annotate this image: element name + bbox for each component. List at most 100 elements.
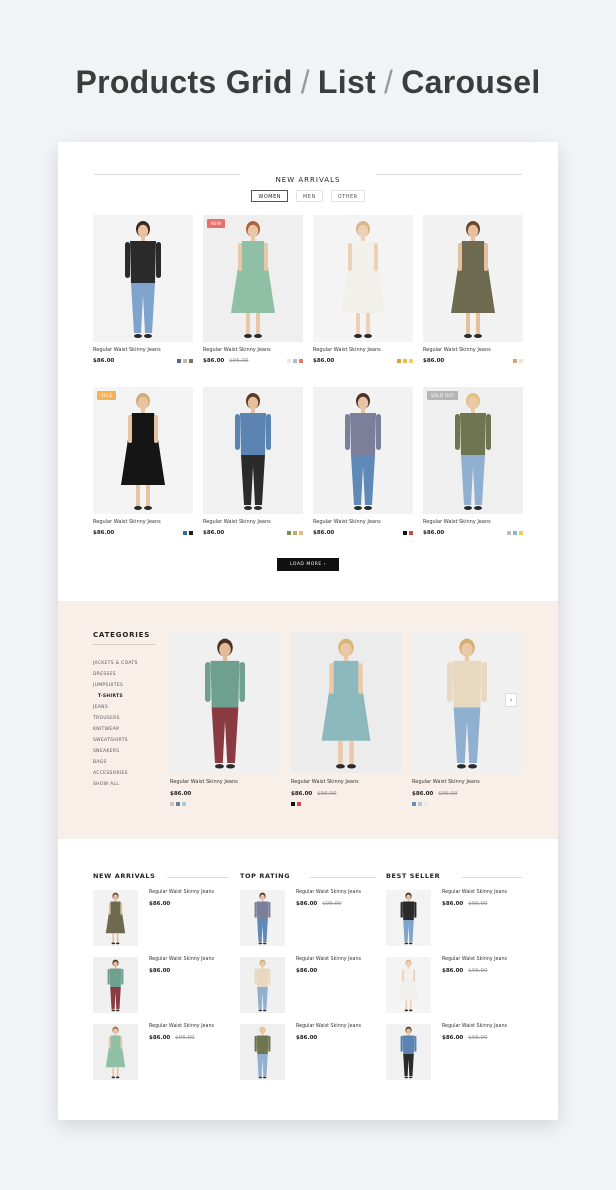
color-swatch[interactable] (507, 531, 511, 535)
product-card[interactable]: Regular Waist Skinny Jeans $86.00 (93, 215, 193, 367)
product-card[interactable]: Regular Waist Skinny Jeans $86.00 (203, 387, 303, 539)
color-swatch[interactable] (189, 359, 193, 363)
category-item[interactable]: KNITWEAR (93, 724, 138, 735)
product-thumbnail[interactable] (240, 890, 285, 946)
product-name[interactable]: Regular Waist Skinny Jeans (149, 957, 214, 962)
color-swatch[interactable] (513, 359, 517, 363)
color-swatch[interactable] (291, 802, 295, 806)
category-item[interactable]: SWEATSHIRTS (93, 735, 138, 746)
product-thumbnail[interactable] (240, 957, 285, 1013)
list-item[interactable]: Regular Waist Skinny Jeans $86.00 (93, 890, 229, 957)
color-swatch[interactable] (412, 802, 416, 806)
product-name[interactable]: Regular Waist Skinny Jeans (170, 779, 280, 785)
product-image[interactable] (170, 632, 280, 773)
product-thumbnail[interactable] (93, 890, 138, 946)
color-swatch[interactable] (519, 531, 523, 535)
color-swatch[interactable] (418, 802, 422, 806)
category-item[interactable]: T-SHIRTS (93, 691, 138, 702)
list-item[interactable]: Regular Waist Skinny Jeans $86.00 (240, 957, 376, 1024)
list-item[interactable]: Regular Waist Skinny Jeans $86.00 $96.00 (93, 1024, 229, 1091)
carousel-product[interactable]: Regular Waist Skinny Jeans $86.00 (170, 632, 280, 806)
product-image[interactable]: SALE (93, 387, 193, 514)
list-item[interactable]: Regular Waist Skinny Jeans $86.00 $96.00 (386, 957, 522, 1024)
product-image[interactable] (203, 387, 303, 514)
color-swatch[interactable] (287, 359, 291, 363)
category-item[interactable]: SNEAKERS (93, 746, 138, 757)
product-thumbnail[interactable] (93, 957, 138, 1013)
product-name[interactable]: Regular Waist Skinny Jeans (313, 519, 413, 526)
tab-other[interactable]: OTHER (330, 190, 365, 202)
tab-men[interactable]: MEN (295, 190, 323, 202)
product-name[interactable]: Regular Waist Skinny Jeans (149, 890, 214, 895)
color-swatch[interactable] (183, 359, 187, 363)
category-item[interactable]: JACKETS & COATS (93, 658, 138, 669)
product-name[interactable]: Regular Waist Skinny Jeans (296, 1024, 361, 1029)
color-swatch[interactable] (297, 802, 301, 806)
color-swatch[interactable] (299, 359, 303, 363)
category-item[interactable]: TROUSERS (93, 713, 138, 724)
product-card[interactable]: Regular Waist Skinny Jeans $86.00 (313, 215, 413, 367)
color-swatch[interactable] (409, 359, 413, 363)
product-name[interactable]: Regular Waist Skinny Jeans (423, 519, 523, 526)
category-item[interactable]: ACCESSORIES (93, 768, 138, 779)
product-image[interactable]: SOLD OUT (423, 387, 523, 514)
carousel-product[interactable]: Regular Waist Skinny Jeans $86.00 $96.00 (291, 632, 401, 806)
color-swatch[interactable] (397, 359, 401, 363)
color-swatch[interactable] (177, 359, 181, 363)
color-swatch[interactable] (424, 802, 428, 806)
product-thumbnail[interactable] (386, 1024, 431, 1080)
product-name[interactable]: Regular Waist Skinny Jeans (423, 347, 523, 354)
list-item[interactable]: Regular Waist Skinny Jeans $86.00 (240, 1024, 376, 1091)
carousel-product[interactable]: Regular Waist Skinny Jeans $86.00 $96.00 (412, 632, 522, 806)
product-image[interactable]: NEW (203, 215, 303, 342)
product-name[interactable]: Regular Waist Skinny Jeans (442, 890, 507, 895)
product-name[interactable]: Regular Waist Skinny Jeans (203, 519, 303, 526)
product-card[interactable]: Regular Waist Skinny Jeans $86.00 (313, 387, 413, 539)
product-thumbnail[interactable] (240, 1024, 285, 1080)
color-swatch[interactable] (409, 531, 413, 535)
product-name[interactable]: Regular Waist Skinny Jeans (412, 779, 522, 785)
color-swatch[interactable] (519, 359, 523, 363)
list-item[interactable]: Regular Waist Skinny Jeans $86.00 $96.00 (240, 890, 376, 957)
product-name[interactable]: Regular Waist Skinny Jeans (291, 779, 401, 785)
carousel-next-button[interactable]: › (505, 693, 517, 707)
product-name[interactable]: Regular Waist Skinny Jeans (93, 347, 193, 354)
product-name[interactable]: Regular Waist Skinny Jeans (149, 1024, 214, 1029)
list-item[interactable]: Regular Waist Skinny Jeans $86.00 $96.00 (386, 1024, 522, 1091)
list-item[interactable]: Regular Waist Skinny Jeans $86.00 (93, 957, 229, 1024)
product-thumbnail[interactable] (386, 890, 431, 946)
product-thumbnail[interactable] (386, 957, 431, 1013)
product-image[interactable] (93, 215, 193, 342)
category-item[interactable]: BAGS (93, 757, 138, 768)
color-swatch[interactable] (513, 531, 517, 535)
product-card[interactable]: SOLD OUT Regular Waist Skinny Jeans $86.00 (423, 387, 523, 539)
product-thumbnail[interactable] (93, 1024, 138, 1080)
product-image[interactable] (423, 215, 523, 342)
product-name[interactable]: Regular Waist Skinny Jeans (442, 957, 507, 962)
product-image[interactable] (313, 387, 413, 514)
color-swatch[interactable] (403, 531, 407, 535)
color-swatch[interactable] (299, 531, 303, 535)
color-swatch[interactable] (287, 531, 291, 535)
color-swatch[interactable] (183, 531, 187, 535)
color-swatch[interactable] (182, 802, 186, 806)
category-item[interactable]: SHOW ALL (93, 779, 138, 790)
product-name[interactable]: Regular Waist Skinny Jeans (296, 957, 361, 962)
product-image[interactable] (313, 215, 413, 342)
color-swatch[interactable] (403, 359, 407, 363)
product-card[interactable]: Regular Waist Skinny Jeans $86.00 (423, 215, 523, 367)
load-more-button[interactable]: LOAD MORE › (277, 558, 339, 571)
product-name[interactable]: Regular Waist Skinny Jeans (313, 347, 413, 354)
category-item[interactable]: JEANS (93, 702, 138, 713)
tab-women[interactable]: WOMEN (251, 190, 288, 202)
category-item[interactable]: JUMPSUITES (93, 680, 138, 691)
color-swatch[interactable] (293, 531, 297, 535)
product-name[interactable]: Regular Waist Skinny Jeans (442, 1024, 507, 1029)
list-item[interactable]: Regular Waist Skinny Jeans $86.00 $96.00 (386, 890, 522, 957)
color-swatch[interactable] (189, 531, 193, 535)
color-swatch[interactable] (293, 359, 297, 363)
color-swatch[interactable] (170, 802, 174, 806)
color-swatch[interactable] (176, 802, 180, 806)
product-name[interactable]: Regular Waist Skinny Jeans (296, 890, 361, 895)
product-name[interactable]: Regular Waist Skinny Jeans (93, 519, 193, 526)
